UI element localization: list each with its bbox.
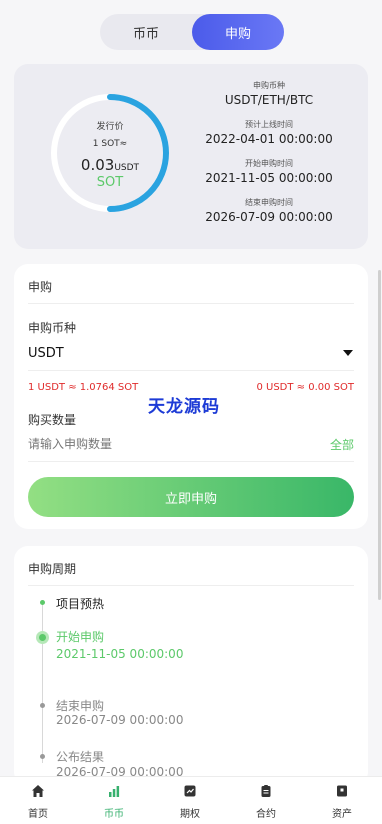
nav-item-spot[interactable]: 币币	[76, 777, 152, 824]
timeline-line	[42, 603, 43, 763]
tab-subscribe[interactable]: 申购	[192, 14, 284, 50]
divider	[28, 370, 354, 371]
nav-label-assets: 资产	[332, 809, 352, 820]
timeline-step-title: 项目预热	[56, 597, 105, 611]
rate-right: 0 USDT ≈ 0.00 SOT	[256, 382, 354, 393]
timeline-dot	[40, 754, 45, 759]
period-title: 申购周期	[28, 562, 77, 576]
currency-label: 申购币种	[253, 81, 285, 90]
bottom-nav: 首页 币币 期权 合约 资产	[0, 776, 382, 824]
end-value: 2026-07-09 00:00:00	[205, 210, 333, 224]
price-unit: USDT	[114, 163, 140, 173]
bar-chart-icon	[109, 786, 120, 797]
timeline-step-time: 2021-11-05 00:00:00	[56, 647, 184, 661]
subscribe-form-card: 申购 申购币种 USDT 1 USDT ≈ 1.0764 SOT 0 USDT …	[14, 264, 368, 529]
nav-item-options[interactable]: 期权	[152, 777, 228, 824]
currency-info: 申购币种 USDT/ETH/BTC	[186, 80, 352, 107]
nav-item-home[interactable]: 首页	[0, 777, 76, 824]
caret-down-icon[interactable]	[343, 350, 353, 356]
start-info: 开始申购时间 2021-11-05 00:00:00	[186, 158, 352, 185]
issue-price-label: 发行价	[96, 122, 124, 132]
timeline-dot	[40, 600, 45, 605]
nav-label-options: 期权	[180, 809, 200, 820]
progress-ring	[51, 94, 169, 212]
quantity-input[interactable]	[28, 434, 298, 454]
timeline-step-time: 2026-07-09 00:00:00	[56, 713, 184, 727]
start-label: 开始申购时间	[245, 159, 293, 168]
options-icon	[184, 785, 196, 797]
timeline-dot	[40, 703, 45, 708]
nav-item-assets[interactable]: 资产	[304, 777, 380, 824]
currency-field-label: 申购币种	[28, 321, 77, 335]
divider	[28, 585, 354, 586]
subscribe-now-button[interactable]: 立即申购	[28, 477, 354, 517]
nav-item-contract[interactable]: 合约	[228, 777, 304, 824]
price-ring: 发行价 1 SOT≈ 0.03USDT SOT	[50, 93, 170, 213]
nav-label-home: 首页	[28, 809, 48, 820]
end-info: 结束申购时间 2026-07-09 00:00:00	[186, 197, 352, 224]
nav-label-contract: 合约	[256, 809, 276, 820]
progress-arc	[107, 94, 169, 212]
tab-spot[interactable]: 币币	[100, 14, 192, 50]
currency-value: USDT/ETH/BTC	[224, 93, 314, 107]
listing-value: 2022-04-01 00:00:00	[205, 132, 333, 146]
section-title: 申购	[28, 280, 53, 294]
all-button[interactable]: 全部	[330, 436, 354, 453]
timeline-dot-core	[39, 634, 46, 641]
tab-switcher: 币币 申购	[100, 14, 284, 50]
watermark: 天龙源码	[148, 397, 220, 417]
scrollbar[interactable]	[378, 270, 381, 600]
price-value: 0.03USDT	[50, 155, 170, 174]
token-name: SOT	[96, 175, 124, 190]
home-icon	[32, 785, 44, 797]
contract-icon	[261, 785, 271, 797]
rate-left: 1 USDT ≈ 1.0764 SOT	[28, 382, 139, 393]
price-number: 0.03	[80, 156, 115, 174]
nav-label-spot: 币币	[104, 809, 124, 820]
timeline-step-title: 结束申购	[56, 699, 105, 713]
subscription-period-card: 申购周期 项目预热 开始申购 2021-11-05 00:00:00 结束申购 …	[14, 546, 368, 786]
divider	[28, 303, 354, 304]
timeline-step-title: 公布结果	[56, 750, 105, 764]
divider	[28, 461, 354, 462]
listing-label: 预计上线时间	[245, 120, 293, 129]
quantity-label: 购买数量	[28, 413, 77, 427]
start-value: 2021-11-05 00:00:00	[205, 171, 333, 185]
wallet-icon	[337, 785, 347, 797]
currency-select[interactable]: USDT	[28, 346, 64, 361]
rate-line: 1 SOT≈	[92, 139, 128, 149]
end-label: 结束申购时间	[245, 198, 293, 207]
subscription-info-card: 发行价 1 SOT≈ 0.03USDT SOT 申购币种 USDT/ETH/BT…	[14, 64, 368, 249]
listing-info: 预计上线时间 2022-04-01 00:00:00	[186, 119, 352, 146]
timeline-step-title: 开始申购	[56, 630, 105, 644]
